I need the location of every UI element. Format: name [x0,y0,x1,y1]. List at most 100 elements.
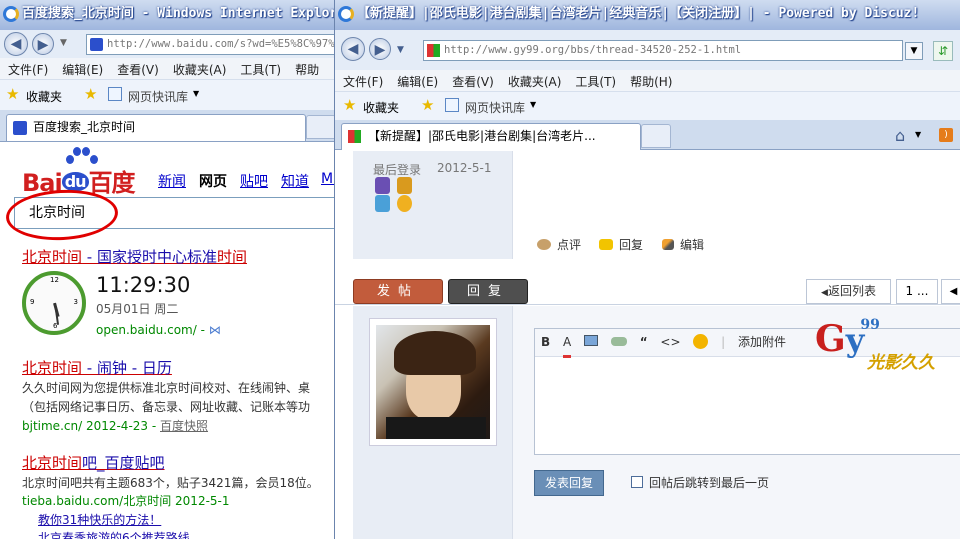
right-favorites-bar: ★ 收藏夹 ★ 网页快讯库 ▼ [335,92,960,120]
edit-label: 编辑 [680,238,705,252]
baidu-nav-tieba[interactable]: 贴吧 [240,171,268,191]
add-favorite-icon[interactable]: ★ [84,85,97,103]
baidu-nav-mp3[interactable]: MP3 [321,171,334,187]
reply-author-column [353,306,513,539]
left-back-button[interactable]: ◀ [4,32,28,56]
result-2-line-2: （包括网络记事日历、备忘录、网址收藏、记账本等功 [22,400,311,414]
right-favorites-label[interactable]: 收藏夹 [363,99,399,116]
submit-reply-button[interactable]: 发表回复 [534,470,604,496]
rate-action[interactable]: 点评 [537,236,581,253]
prev-page-button[interactable]: ◀ [941,279,960,304]
left-menu-bar: 文件(F) 编辑(E) 查看(V) 收藏夹(A) 工具(T) 帮助 [0,58,334,80]
reply-action[interactable]: 回复 [599,236,643,253]
result-date: 05月01日 周二 [96,302,179,316]
edit-action[interactable]: 编辑 [662,236,704,253]
watermark-cn: 光影久久 [867,353,935,373]
jump-last-page-label[interactable]: 回帖后跳转到最后一页 [649,474,769,491]
result-3-title-b: 吧_百度贴吧 [82,454,165,472]
right-menu-view[interactable]: 查看(V) [444,70,500,90]
left-new-tab-button[interactable] [306,115,334,139]
link-icon[interactable] [610,337,627,346]
right-menu-favorites[interactable]: 收藏夹(A) [500,70,568,90]
attach-file-link[interactable]: 添加附件 [738,335,786,349]
result-title-1[interactable]: 北京时间 - 国家授时中心标准时间 [22,246,247,267]
reply-label: 回复 [619,238,644,252]
result-3-sublink-1[interactable]: 教你31种快乐的方法！ [38,511,161,528]
right-tab-active[interactable]: 【新提醒】|邵氏电影|港台剧集|台湾老片... [341,123,641,150]
result-2-title-a: 北京时间 [22,359,83,377]
home-icon[interactable]: ⌂ [895,126,905,145]
result-title-2[interactable]: 北京时间 - 闹钟 - 日历 [22,357,172,378]
right-history-dropdown-icon[interactable]: ▼ [397,45,404,55]
right-menu-edit[interactable]: 编辑(E) [389,70,444,90]
result-2-snapshot-link[interactable]: 百度快照 [160,419,208,433]
left-menu-help[interactable]: 帮助 [287,58,325,78]
left-title-bar[interactable]: 百度搜索_北京时间 - Windows Internet Explorer [0,0,334,30]
left-tab-active[interactable]: 百度搜索_北京时间 [6,114,306,141]
back-to-list-button[interactable]: ◀返回列表 [806,279,891,304]
bold-icon[interactable]: B [541,329,550,355]
left-menu-file[interactable]: 文件(F) [0,58,54,78]
medal-icon [397,177,412,194]
right-back-button[interactable]: ◀ [341,37,365,61]
code-icon[interactable]: <> [660,329,680,355]
medal-icon [397,195,412,212]
left-menu-edit[interactable]: 编辑(E) [54,58,109,78]
jump-last-page-checkbox[interactable] [631,476,643,488]
forum-button-bar: 发帖 回复 ◀返回列表 1 ... ◀ [335,269,960,305]
baidu-nav-news[interactable]: 新闻 [158,171,186,191]
new-post-button[interactable]: 发帖 [353,279,443,304]
left-menu-tools[interactable]: 工具(T) [232,58,287,78]
right-browser-window: 【新提醒】|邵氏电影|港台剧集|台湾老片|经典音乐|【关闭注册】| - Powe… [335,0,960,539]
reply-button[interactable]: 回复 [448,279,528,304]
left-browser-window: 百度搜索_北京时间 - Windows Internet Explorer ◀ … [0,0,335,539]
left-menu-favorites[interactable]: 收藏夹(A) [165,58,233,78]
left-tab-row: 百度搜索_北京时间 [0,110,334,142]
left-favorites-label[interactable]: 收藏夹 [26,88,62,105]
result-3-url: tieba.baidu.com/北京时间 2012-5-1 [22,494,230,508]
result-1-url-text: open.baidu.com/ - [96,323,205,337]
result-3-sublink-2[interactable]: 北京春季旅游的6个推荐路线 [38,529,190,539]
left-web-slice-link[interactable]: 网页快讯库 [128,88,188,105]
last-login-date: 2012-5-1 [437,161,492,175]
left-address-bar[interactable]: http://www.baidu.com/s?wd=%E5%8C%97%E4%B… [86,34,334,55]
right-forward-button[interactable]: ▶ [369,38,391,60]
result-1-title-a: 北京时间 [22,248,83,266]
smiley-icon[interactable] [693,334,709,349]
right-title-bar[interactable]: 【新提醒】|邵氏电影|港台剧集|台湾老片|经典音乐|【关闭注册】| - Powe… [335,0,960,30]
avatar-image [376,325,490,439]
rss-feed-icon[interactable]: ) [939,128,953,142]
image-icon[interactable] [584,335,599,346]
right-menu-help[interactable]: 帮助(H) [622,70,678,90]
add-favorite-icon[interactable]: ★ [421,96,434,114]
left-history-dropdown-icon[interactable]: ▼ [60,38,67,48]
left-forward-button[interactable]: ▶ [32,33,54,55]
web-slice-dropdown-icon[interactable]: ▼ [530,100,536,109]
font-color-icon[interactable]: A [562,329,572,358]
quote-icon[interactable]: “ [640,329,648,355]
page-1-button[interactable]: 1 ... [896,279,938,304]
right-new-tab-button[interactable] [641,124,671,148]
home-dropdown-icon[interactable]: ▼ [915,130,921,139]
right-address-bar[interactable]: http://www.gy99.org/bbs/thread-34520-252… [423,40,903,61]
right-menu-file[interactable]: 文件(F) [335,70,389,90]
medal-icon [375,177,390,194]
web-slice-dropdown-icon[interactable]: ▼ [193,89,199,98]
right-web-slice-link[interactable]: 网页快讯库 [465,99,525,116]
baidu-nav-zhidao[interactable]: 知道 [281,171,309,191]
avatar-hair [394,331,476,375]
result-title-3[interactable]: 北京时间吧_百度贴吧 [22,452,165,473]
left-menu-view[interactable]: 查看(V) [109,58,165,78]
watermark-g: G [815,318,846,360]
favorites-star-icon[interactable]: ★ [6,85,19,103]
right-menu-tools[interactable]: 工具(T) [567,70,622,90]
favorites-star-icon[interactable]: ★ [343,96,356,114]
right-menu-bar: 文件(F) 编辑(E) 查看(V) 收藏夹(A) 工具(T) 帮助(H) [335,70,960,92]
back-to-list-label: 返回列表 [827,284,876,298]
result-2-title-b: - 闹钟 - 日历 [82,359,172,377]
result-3-line-1: 北京时间吧共有主题683个，贴子3421篇，会员18位。 [22,476,319,490]
address-dropdown-icon[interactable]: ▼ [905,42,923,60]
right-tab-row: 【新提醒】|邵氏电影|港台剧集|台湾老片... ⌂ ▼ ) [335,120,960,150]
clock-9: 9 [30,298,35,306]
compatibility-view-icon[interactable]: ⇵ [933,41,953,61]
